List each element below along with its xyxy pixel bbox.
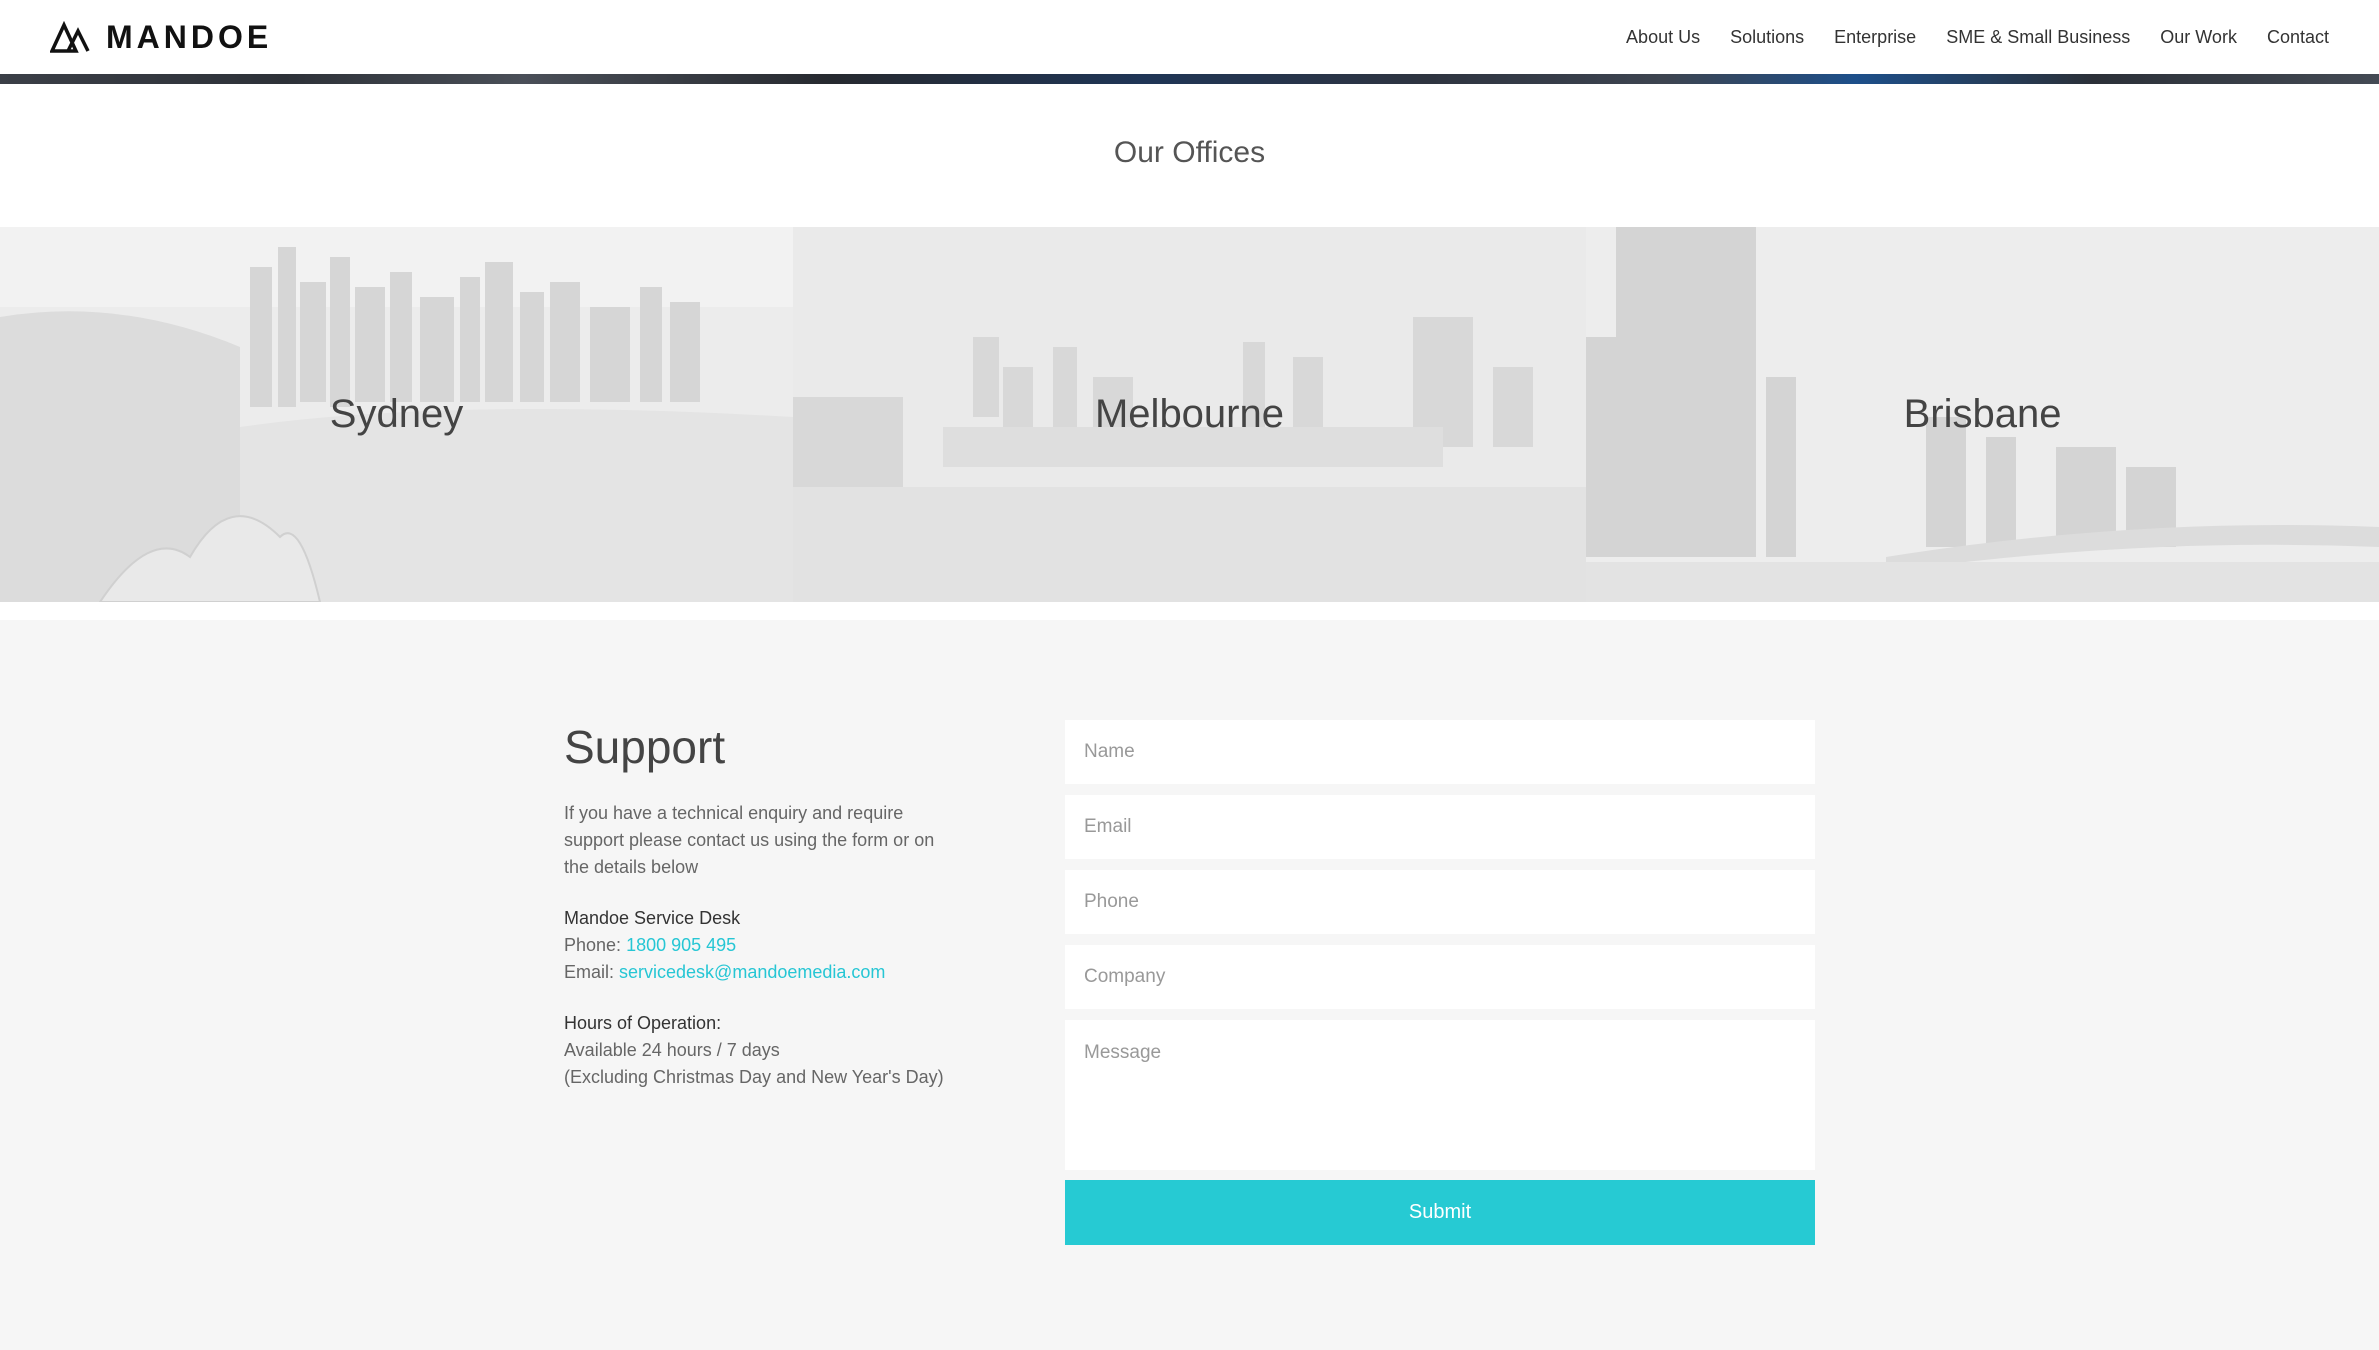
nav-sme-small-business[interactable]: SME & Small Business <box>1946 27 2130 48</box>
phone-link[interactable]: 1800 905 495 <box>626 935 736 955</box>
message-textarea[interactable] <box>1065 1020 1815 1170</box>
phone-input[interactable] <box>1065 870 1815 934</box>
support-form: Submit <box>1065 720 1815 1245</box>
offices-title: Our Offices <box>1113 136 1266 169</box>
service-desk-block: Mandoe Service Desk Phone: 1800 905 495 … <box>564 905 944 986</box>
nav-our-work[interactable]: Our Work <box>2160 27 2237 48</box>
office-label-sydney: Sydney <box>329 392 464 436</box>
submit-button[interactable]: Submit <box>1065 1180 1815 1245</box>
mandoe-logo-icon <box>50 21 90 53</box>
support-section: Support If you have a technical enquiry … <box>0 620 2379 1350</box>
email-line: Email: servicedesk@mandoemedia.com <box>564 959 944 986</box>
phone-line: Phone: 1800 905 495 <box>564 932 944 959</box>
logo-text: MANDOE <box>106 18 273 55</box>
support-title: Support <box>564 721 726 773</box>
support-info: Support If you have a technical enquiry … <box>564 720 944 1115</box>
office-tile-sydney[interactable]: Sydney <box>0 227 793 602</box>
nav-solutions[interactable]: Solutions <box>1730 27 1804 48</box>
site-header: MANDOE About Us Solutions Enterprise SME… <box>0 0 2379 74</box>
office-label-brisbane: Brisbane <box>1903 392 2062 436</box>
company-input[interactable] <box>1065 945 1815 1009</box>
service-desk-heading: Mandoe Service Desk <box>564 908 741 928</box>
hours-block: Hours of Operation: Available 24 hours /… <box>564 1010 944 1091</box>
office-tile-brisbane[interactable]: Brisbane <box>1586 227 2379 602</box>
phone-label: Phone: <box>564 935 627 955</box>
name-input[interactable] <box>1065 720 1815 784</box>
nav-contact[interactable]: Contact <box>2267 27 2329 48</box>
logo[interactable]: MANDOE <box>50 19 272 56</box>
hero-image-edge <box>0 74 2379 84</box>
hours-exclusions: (Excluding Christmas Day and New Year's … <box>564 1067 944 1087</box>
hours-heading: Hours of Operation: <box>564 1013 722 1033</box>
email-label: Email: <box>564 962 620 982</box>
office-label-melbourne: Melbourne <box>1094 392 1284 436</box>
nav-enterprise[interactable]: Enterprise <box>1834 27 1916 48</box>
office-tile-melbourne[interactable]: Melbourne <box>793 227 1586 602</box>
offices-grid: Sydney Melbourne Brisbane <box>0 227 2379 602</box>
nav-about-us[interactable]: About Us <box>1626 27 1700 48</box>
email-input[interactable] <box>1065 795 1815 859</box>
hours-availability: Available 24 hours / 7 days <box>564 1040 780 1060</box>
email-link[interactable]: servicedesk@mandoemedia.com <box>619 962 885 982</box>
main-nav: About Us Solutions Enterprise SME & Smal… <box>1626 27 2329 48</box>
support-description: If you have a technical enquiry and requ… <box>564 803 935 877</box>
